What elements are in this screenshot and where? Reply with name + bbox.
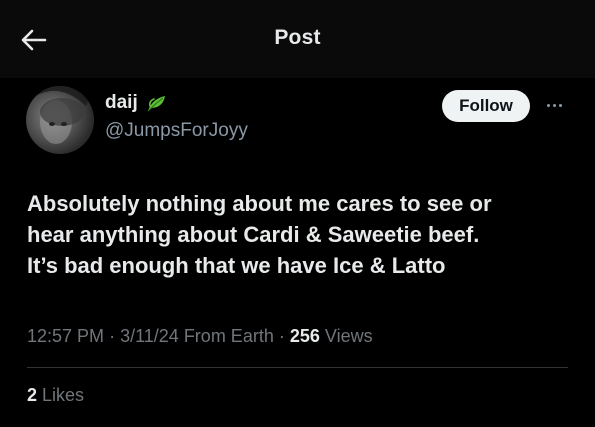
more-horizontal-icon <box>546 103 550 107</box>
more-horizontal-icon-dot <box>558 103 562 107</box>
separator-dot: · <box>278 326 290 346</box>
views-label: Views <box>324 326 373 346</box>
post-text-line: hear anything about Cardi & Saweetie bee… <box>27 222 480 247</box>
likes-label: Likes <box>42 385 85 405</box>
post-metadata: 12:57 PM · 3/11/24 From Earth · 256 View… <box>27 326 373 347</box>
post-time[interactable]: 12:57 PM <box>27 326 104 346</box>
avatar[interactable] <box>26 86 94 154</box>
views-count: 256 <box>289 326 320 346</box>
likes-count: 2 <box>27 385 38 405</box>
divider <box>27 367 568 368</box>
more-options-button[interactable] <box>540 95 568 115</box>
avatar-photo <box>26 86 94 144</box>
follow-button[interactable]: Follow <box>442 90 530 122</box>
post-date[interactable]: 3/11/24 <box>120 326 179 346</box>
display-name[interactable]: daij <box>105 92 138 114</box>
leaf-icon <box>147 96 165 112</box>
post-text-line: Absolutely nothing about me cares to see… <box>27 191 492 216</box>
post-text-line: It’s bad enough that we have Ice & Latto <box>27 253 446 278</box>
separator-dot: · <box>109 326 121 346</box>
author-name-row[interactable]: daij <box>105 92 168 114</box>
post-source: From Earth <box>183 326 274 346</box>
post-text: Absolutely nothing about me cares to see… <box>27 188 577 281</box>
top-bar: Post <box>0 0 595 78</box>
more-horizontal-icon-dot <box>552 103 556 107</box>
likes-stat[interactable]: 2 Likes <box>27 385 84 406</box>
page-title: Post <box>274 26 321 49</box>
author-handle[interactable]: @JumpsForJoyy <box>105 120 248 142</box>
